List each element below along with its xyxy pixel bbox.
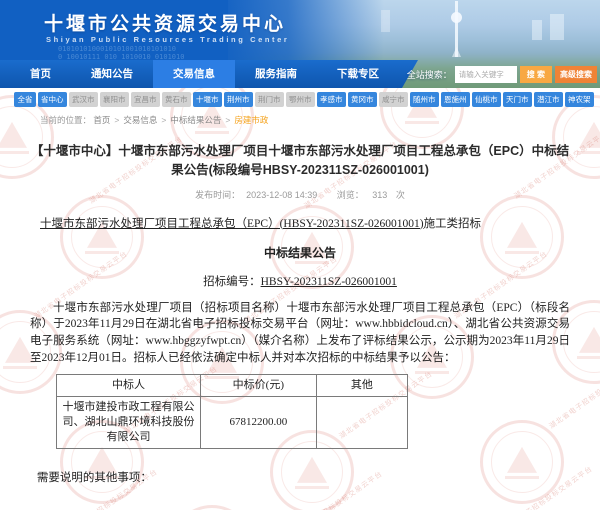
- main-nav: 首页通知公告交易信息服务指南下载专区: [0, 60, 418, 88]
- project-name-underlined: 十堰市东部污水处理厂项目工程总承包（EPC）(HBSY-202311SZ-026…: [40, 218, 424, 230]
- bid-number: HBSY-202311SZ-026001001: [261, 276, 397, 288]
- region-tab[interactable]: 天门市: [503, 92, 533, 107]
- breadcrumb: 当前的位置： 首页 > 交易信息 > 中标结果公告 > 房建市政: [0, 110, 600, 130]
- site-header: 十堰市公共资源交易中心 Shiyan Public Resources Trad…: [0, 0, 600, 88]
- breadcrumb-items: 首页 > 交易信息 > 中标结果公告 > 房建市政: [93, 115, 268, 125]
- bid-number-line: 招标编号：HBSY-202311SZ-026001001: [30, 273, 570, 289]
- breadcrumb-prefix: 当前的位置：: [40, 115, 91, 125]
- region-tabs: 全省省中心武汉市襄阳市宜昌市黄石市十堰市荆州市荆门市鄂州市孝感市黄冈市咸宁市随州…: [0, 88, 600, 110]
- region-tab[interactable]: 襄阳市: [100, 92, 130, 107]
- breadcrumb-separator: >: [161, 115, 166, 125]
- watermark-seal-bar: [195, 131, 229, 134]
- table-cell: 十堰市建投市政工程有限公司、湖北山鼎环境科技股份有限公司: [57, 397, 201, 449]
- binary-decoration: 0101010100010101001010101010 0 10010111 …: [58, 45, 184, 61]
- result-table: 中标人中标价(元)其他 十堰市建投市政工程有限公司、湖北山鼎环境科技股份有限公司…: [56, 374, 408, 448]
- nav-item[interactable]: 交易信息: [153, 60, 235, 88]
- binary-line: 0101010100010101001010101010: [58, 45, 184, 53]
- breadcrumb-item[interactable]: 中标结果公告: [170, 115, 221, 125]
- breadcrumb-item[interactable]: 房建市政: [234, 115, 268, 125]
- table-header-cell: 其他: [316, 375, 407, 397]
- region-tab[interactable]: 黄石市: [162, 92, 192, 107]
- search-label: 全站搜索：: [407, 68, 452, 81]
- breadcrumb-separator: >: [225, 115, 230, 125]
- document-body: 十堰市东部污水处理厂项目工程总承包（EPC）(HBSY-202311SZ-026…: [0, 215, 600, 510]
- table-cell: 67812200.00: [200, 397, 316, 449]
- region-tab[interactable]: 随州市: [410, 92, 440, 107]
- announcement-paragraph: 十堰市东部污水处理厂项目（招标项目名称）十堰市东部污水处理厂项目工程总承包（EP…: [30, 300, 570, 367]
- project-name-suffix: 施工类招标: [424, 218, 482, 230]
- nav-item[interactable]: 服务指南: [235, 60, 317, 88]
- publish-time-label: 发布时间：: [195, 190, 240, 200]
- search-input[interactable]: [455, 66, 517, 83]
- region-tab[interactable]: 黄冈市: [348, 92, 378, 107]
- bid-number-label: 招标编号：: [203, 276, 261, 288]
- region-tab[interactable]: 宜昌市: [131, 92, 161, 107]
- page: 湖北省电子招标投标交易云平台湖北省电子招标投标交易云平台湖北省电子招标投标交易云…: [0, 0, 600, 510]
- table-cell: [316, 397, 407, 449]
- region-tab[interactable]: 恩施州: [441, 92, 471, 107]
- region-tab[interactable]: 全省: [14, 92, 36, 107]
- breadcrumb-separator: >: [114, 115, 119, 125]
- site-title: 十堰市公共资源交易中心: [44, 9, 286, 36]
- result-table-body: 十堰市建投市政工程有限公司、湖北山鼎环境科技股份有限公司67812200.00: [57, 397, 408, 449]
- note-heading: 需要说明的其他事项：: [30, 469, 570, 485]
- views-unit: 次: [396, 190, 405, 200]
- breadcrumb-item[interactable]: 交易信息: [123, 115, 157, 125]
- nav-item[interactable]: 首页: [10, 60, 71, 88]
- publish-time: 2023-12-08 14:39: [246, 190, 317, 200]
- result-heading: 中标结果公告: [30, 244, 570, 261]
- region-tab[interactable]: 咸宁市: [379, 92, 409, 107]
- search-bar: 全站搜索： 搜 索 高级搜索: [407, 60, 597, 88]
- region-tab[interactable]: 省中心: [38, 92, 68, 107]
- region-tab[interactable]: 荆州市: [224, 92, 254, 107]
- region-tab[interactable]: 鄂州市: [286, 92, 316, 107]
- nav-item[interactable]: 下载专区: [317, 60, 399, 88]
- region-tab[interactable]: 十堰市: [193, 92, 223, 107]
- region-tab[interactable]: 仙桃市: [472, 92, 502, 107]
- article: 【十堰市中心】十堰市东部污水处理厂项目十堰市东部污水处理厂项目工程总承包（EPC…: [0, 142, 600, 510]
- table-row: 十堰市建投市政工程有限公司、湖北山鼎环境科技股份有限公司67812200.00: [57, 397, 408, 449]
- nav-item[interactable]: 通知公告: [71, 60, 153, 88]
- project-name-line: 十堰市东部污水处理厂项目工程总承包（EPC）(HBSY-202311SZ-026…: [40, 215, 570, 231]
- region-tab[interactable]: 武汉市: [69, 92, 99, 107]
- result-table-header-row: 中标人中标价(元)其他: [57, 375, 408, 397]
- advanced-search-button[interactable]: 高级搜索: [555, 66, 597, 83]
- views-label: 浏览：: [337, 190, 364, 200]
- table-header-cell: 中标价(元): [200, 375, 316, 397]
- article-meta: 发布时间： 2023-12-08 14:39 浏览： 313 次: [0, 188, 600, 201]
- site-subtitle: Shiyan Public Resources Trading Center: [46, 35, 289, 44]
- breadcrumb-item[interactable]: 首页: [93, 115, 110, 125]
- binary-line: 0 10010111 010 1010010 0101010: [58, 53, 184, 61]
- views-count: 313: [372, 190, 387, 200]
- region-tab[interactable]: 孝感市: [317, 92, 347, 107]
- page-title: 【十堰市中心】十堰市东部污水处理厂项目十堰市东部污水处理厂项目工程总承包（EPC…: [0, 142, 600, 180]
- region-tab[interactable]: 荆门市: [255, 92, 285, 107]
- table-header-cell: 中标人: [57, 375, 201, 397]
- search-button[interactable]: 搜 索: [520, 66, 552, 83]
- region-tab[interactable]: 神农架: [565, 92, 595, 107]
- region-tab[interactable]: 潜江市: [534, 92, 564, 107]
